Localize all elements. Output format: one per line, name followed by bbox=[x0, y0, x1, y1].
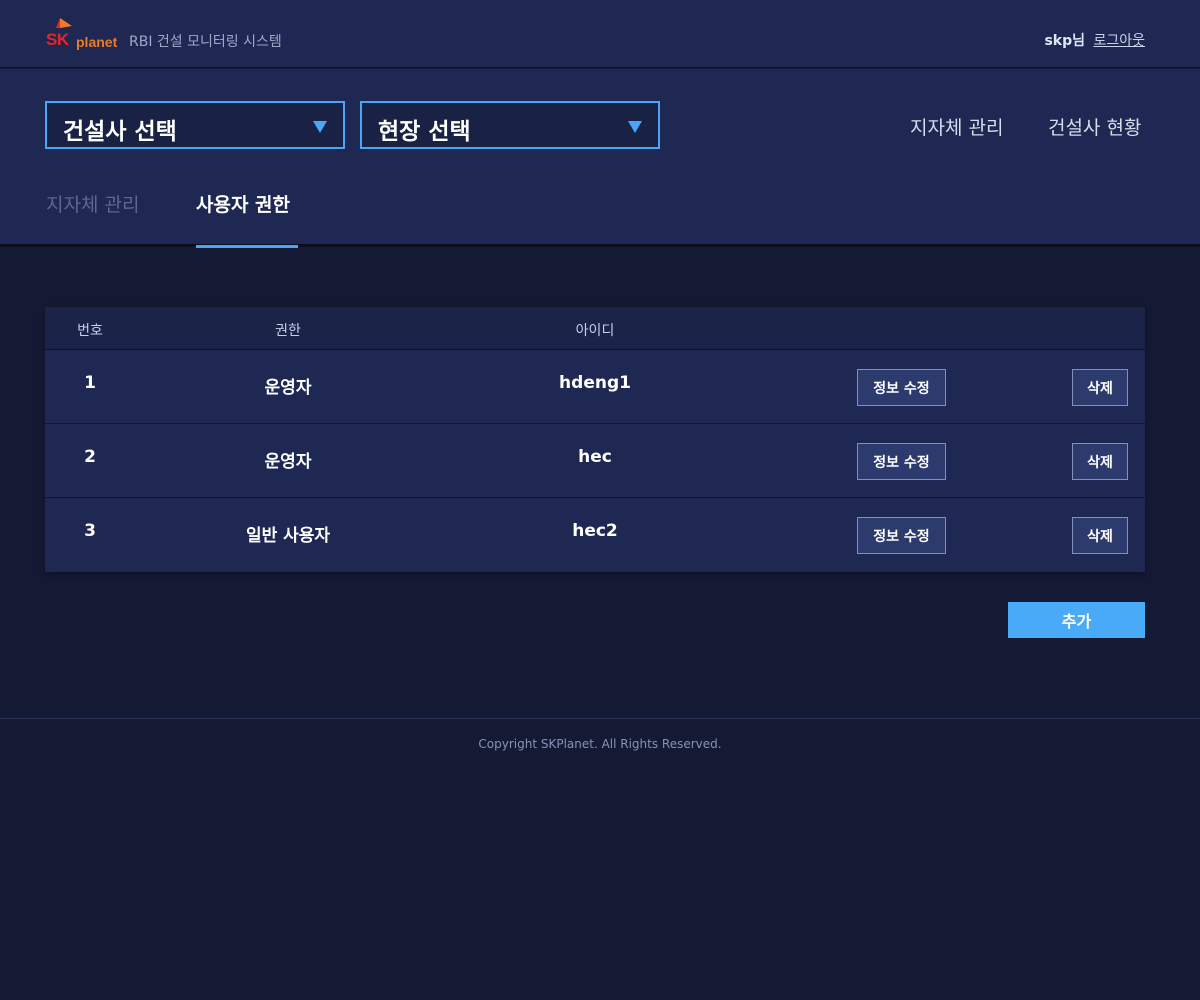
row-role: 운영자 bbox=[264, 378, 312, 398]
logout-link[interactable]: 로그아웃 bbox=[1093, 33, 1145, 49]
delete-button[interactable]: 삭제 bbox=[1072, 443, 1128, 480]
filter-header: 건설사 선택 현장 선택 지자체 관리 건설사 현황 지자체 관리 사용자 권한 bbox=[0, 69, 1200, 248]
table-header: 번호 권한 아이디 bbox=[45, 307, 1145, 350]
row-number: 2 bbox=[84, 447, 96, 467]
row-user-id: hec2 bbox=[572, 521, 618, 541]
logo-sk-text: SK bbox=[46, 30, 69, 49]
row-role: 운영자 bbox=[264, 452, 312, 472]
sk-planet-logo[interactable]: SK planet bbox=[46, 16, 120, 54]
tab-local-government[interactable]: 지자체 관리 bbox=[46, 190, 139, 217]
site-select-value: 현장 선택 bbox=[378, 119, 471, 145]
table-row: 1 운영자 hdeng1 정보 수정 삭제 bbox=[45, 350, 1145, 424]
row-number: 1 bbox=[84, 373, 96, 393]
row-number: 3 bbox=[84, 521, 96, 541]
site-select[interactable]: 현장 선택 bbox=[360, 101, 660, 149]
company-select[interactable]: 건설사 선택 bbox=[45, 101, 345, 149]
column-header-number: 번호 bbox=[77, 323, 103, 339]
chevron-down-icon bbox=[313, 121, 327, 133]
user-table: 번호 권한 아이디 1 운영자 hdeng1 정보 수정 삭제 2 운영자 he… bbox=[45, 307, 1145, 572]
row-role: 일반 사용자 bbox=[245, 526, 331, 546]
company-select-value: 건설사 선택 bbox=[63, 119, 177, 145]
column-header-role: 권한 bbox=[275, 323, 301, 339]
top-bar: SK planet RBI 건설 모니터링 시스템 skp님 로그아웃 bbox=[0, 0, 1200, 68]
footer-divider bbox=[0, 718, 1200, 719]
nav-construction-status[interactable]: 건설사 현황 bbox=[1048, 113, 1141, 140]
column-header-id: 아이디 bbox=[575, 323, 615, 339]
delete-button[interactable]: 삭제 bbox=[1072, 369, 1128, 406]
active-tab-indicator bbox=[196, 245, 298, 248]
row-user-id: hec bbox=[578, 447, 612, 467]
table-row: 2 운영자 hec 정보 수정 삭제 bbox=[45, 424, 1145, 498]
user-name: skp님 bbox=[1044, 33, 1086, 49]
table-row: 3 일반 사용자 hec2 정보 수정 삭제 bbox=[45, 498, 1145, 572]
edit-info-button[interactable]: 정보 수정 bbox=[857, 369, 946, 406]
edit-info-button[interactable]: 정보 수정 bbox=[857, 517, 946, 554]
add-user-button[interactable]: 추가 bbox=[1008, 602, 1145, 638]
footer-copyright: Copyright SKPlanet. All Rights Reserved. bbox=[478, 737, 722, 751]
app-title: RBI 건설 모니터링 시스템 bbox=[129, 34, 282, 50]
delete-button[interactable]: 삭제 bbox=[1072, 517, 1128, 554]
logo-planet-text: planet bbox=[76, 34, 118, 50]
tab-user-permissions[interactable]: 사용자 권한 bbox=[196, 190, 298, 247]
chevron-down-icon bbox=[628, 121, 642, 133]
user-area: skp님 로그아웃 bbox=[1044, 30, 1145, 50]
edit-info-button[interactable]: 정보 수정 bbox=[857, 443, 946, 480]
row-user-id: hdeng1 bbox=[559, 373, 631, 393]
nav-local-government[interactable]: 지자체 관리 bbox=[910, 113, 1003, 140]
